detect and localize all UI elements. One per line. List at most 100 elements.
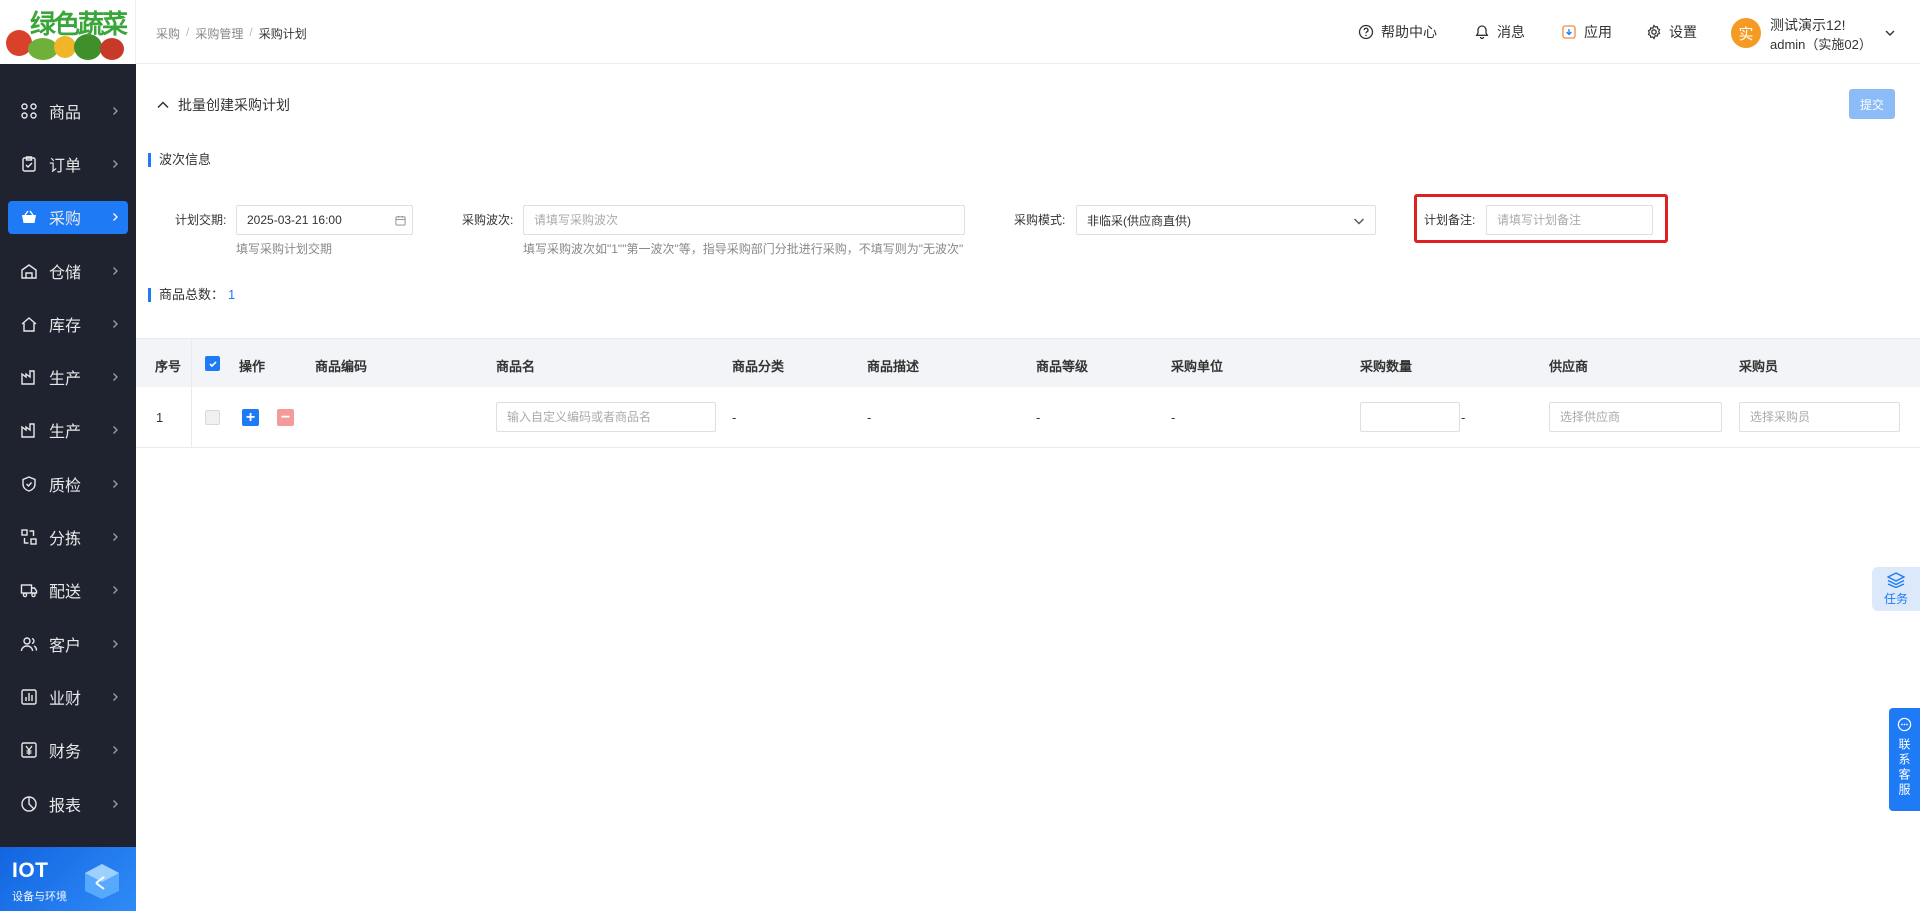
column-header-index: 序号 bbox=[155, 359, 182, 374]
sidebar-item-8[interactable]: 质检 bbox=[0, 457, 136, 510]
sidebar-item-label: 采购 bbox=[49, 211, 82, 229]
table-header: 序号 操作 商品编码 商品名 商品分类 商品描述 商品等级 采购单位 采购数量 … bbox=[136, 338, 1920, 387]
factory-icon bbox=[20, 368, 38, 386]
messages-label: 消息 bbox=[1497, 24, 1525, 40]
iot-banner[interactable]: IOT 设备与环境 bbox=[0, 847, 136, 911]
row-grade: - bbox=[1036, 410, 1041, 425]
settings-button[interactable]: 设置 bbox=[1646, 22, 1697, 42]
sidebar-item-label: 财务 bbox=[49, 744, 82, 762]
sidebar-item-4[interactable]: 仓储 bbox=[0, 244, 136, 297]
supplier-select[interactable] bbox=[1549, 402, 1722, 432]
sidebar-item-label: 生产 bbox=[49, 424, 82, 442]
avatar[interactable]: 实 bbox=[1731, 18, 1761, 48]
page-title[interactable]: 批量创建采购计划 bbox=[156, 95, 290, 115]
apps-button[interactable]: 应用 bbox=[1561, 22, 1612, 42]
column-header-quantity: 采购数量 bbox=[1360, 359, 1413, 374]
column-header-supplier: 供应商 bbox=[1549, 359, 1589, 374]
column-header-action: 操作 bbox=[239, 359, 266, 374]
delivery-date-picker[interactable]: 2025-03-21 16:00 bbox=[236, 205, 413, 235]
top-header: 采购 / 采购管理 / 采购计划 帮助中心 消息 应用 设置 实 测试演示12!… bbox=[136, 0, 1920, 64]
chevron-right-icon bbox=[113, 106, 118, 115]
gear-icon bbox=[1647, 24, 1661, 40]
sidebar-item-1[interactable]: 商品 bbox=[0, 84, 136, 137]
help-center-label: 帮助中心 bbox=[1381, 24, 1437, 40]
customer-service-widget[interactable]: 联系客服 bbox=[1889, 708, 1920, 811]
sidebar-item-10[interactable]: 配送 bbox=[0, 564, 136, 617]
chevron-right-icon bbox=[113, 266, 118, 275]
iot-subtitle: 设备与环境 bbox=[12, 891, 67, 903]
chevron-right-icon bbox=[113, 479, 118, 488]
column-header-category: 商品分类 bbox=[732, 359, 785, 374]
purchase-mode-select[interactable]: 非临采(供应商直供) bbox=[1076, 205, 1376, 235]
select-all-checkbox[interactable] bbox=[205, 356, 220, 371]
quantity-input[interactable] bbox=[1360, 402, 1460, 432]
cube-icon bbox=[85, 864, 119, 899]
user-account[interactable]: admin（实施02） bbox=[1770, 34, 1872, 53]
sidebar-item-5[interactable]: 库存 bbox=[0, 297, 136, 350]
batch-hint: 填写采购波次如"1""第一波次"等，指导采购部门分批进行采购，不填写则为"无波次… bbox=[523, 242, 964, 256]
sidebar-item-2[interactable]: 订单 bbox=[0, 137, 136, 190]
sidebar-item-label: 配送 bbox=[49, 584, 82, 602]
chat-icon bbox=[1897, 717, 1912, 732]
chevron-right-icon bbox=[113, 586, 118, 595]
batch-input[interactable] bbox=[523, 205, 965, 235]
sort-icon bbox=[20, 528, 38, 546]
messages-button[interactable]: 消息 bbox=[1474, 22, 1525, 42]
purchase-mode-value: 非临采(供应商直供) bbox=[1087, 213, 1191, 228]
chevron-up-icon bbox=[157, 101, 169, 109]
chevron-right-icon bbox=[113, 319, 118, 328]
sidebar-item-11[interactable]: 客户 bbox=[0, 617, 136, 670]
add-row-button[interactable]: + bbox=[242, 409, 259, 426]
chevron-down-icon[interactable] bbox=[1884, 27, 1896, 39]
task-widget[interactable]: 任务 bbox=[1872, 567, 1920, 611]
yuan-icon bbox=[20, 741, 38, 759]
check-icon bbox=[208, 360, 217, 367]
task-widget-label: 任务 bbox=[1883, 591, 1908, 606]
layers-icon bbox=[1887, 571, 1905, 588]
sidebar-item-12[interactable]: 业财 bbox=[0, 670, 136, 723]
truck-icon bbox=[20, 581, 38, 599]
chevron-right-icon bbox=[113, 533, 118, 541]
row-category: - bbox=[732, 410, 737, 425]
chevron-down-icon bbox=[1354, 218, 1364, 225]
breadcrumb-item[interactable]: 采购 bbox=[156, 25, 180, 42]
logo-text: 绿色蔬菜 bbox=[30, 10, 128, 40]
help-center-button[interactable]: 帮助中心 bbox=[1358, 22, 1437, 42]
submit-button[interactable]: 提交 bbox=[1849, 89, 1895, 119]
sidebar-item-6[interactable]: 生产 bbox=[0, 350, 136, 403]
row-description: - bbox=[867, 410, 872, 425]
product-name-input[interactable] bbox=[496, 402, 716, 432]
sidebar-item-9[interactable]: 分拣 bbox=[0, 510, 136, 563]
item-count-label: 商品总数： bbox=[159, 287, 225, 302]
column-header-grade: 商品等级 bbox=[1036, 359, 1089, 374]
page-title-text: 批量创建采购计划 bbox=[178, 97, 290, 113]
user-name[interactable]: 测试演示12! bbox=[1770, 15, 1845, 35]
shield-icon bbox=[20, 475, 38, 493]
bell-icon bbox=[1475, 25, 1489, 40]
chevron-right-icon bbox=[113, 213, 118, 222]
column-header-unit: 采购单位 bbox=[1171, 359, 1224, 374]
plan-remark-input[interactable] bbox=[1486, 205, 1653, 235]
row-checkbox[interactable] bbox=[205, 410, 220, 425]
calendar-icon bbox=[395, 215, 406, 226]
breadcrumb-item[interactable]: 采购管理 bbox=[195, 25, 243, 42]
item-count: 商品总数： 1 bbox=[148, 288, 235, 302]
customer-service-label: 联系客服 bbox=[1897, 738, 1911, 798]
remove-row-button[interactable]: − bbox=[277, 409, 294, 426]
sidebar-item-label: 客户 bbox=[49, 637, 82, 655]
sidebar-item-7[interactable]: 生产 bbox=[0, 404, 136, 457]
breadcrumb: 采购 / 采购管理 / 采购计划 bbox=[156, 25, 307, 42]
table-row: 1 + − - - - - - bbox=[136, 387, 1920, 448]
logo[interactable]: 绿色蔬菜 bbox=[0, 0, 136, 64]
warehouse-icon bbox=[20, 262, 38, 280]
sidebar-item-label: 生产 bbox=[49, 371, 82, 389]
delivery-date-hint: 填写采购计划交期 bbox=[236, 242, 333, 256]
sidebar-item-13[interactable]: 财务 bbox=[0, 724, 136, 777]
sidebar-item-14[interactable]: 报表 bbox=[0, 777, 136, 830]
sidebar-item-3[interactable]: 采购 bbox=[0, 191, 136, 244]
buyer-select[interactable] bbox=[1739, 402, 1900, 432]
column-header-code: 商品编码 bbox=[315, 359, 368, 374]
sidebar-nav: 商品 订单 采购 仓储 库存 生产 生产 质检 分拣 配送 客户 业财 财务 报表 bbox=[0, 84, 136, 830]
home-icon bbox=[20, 315, 38, 333]
sidebar-item-label: 仓储 bbox=[49, 264, 82, 282]
